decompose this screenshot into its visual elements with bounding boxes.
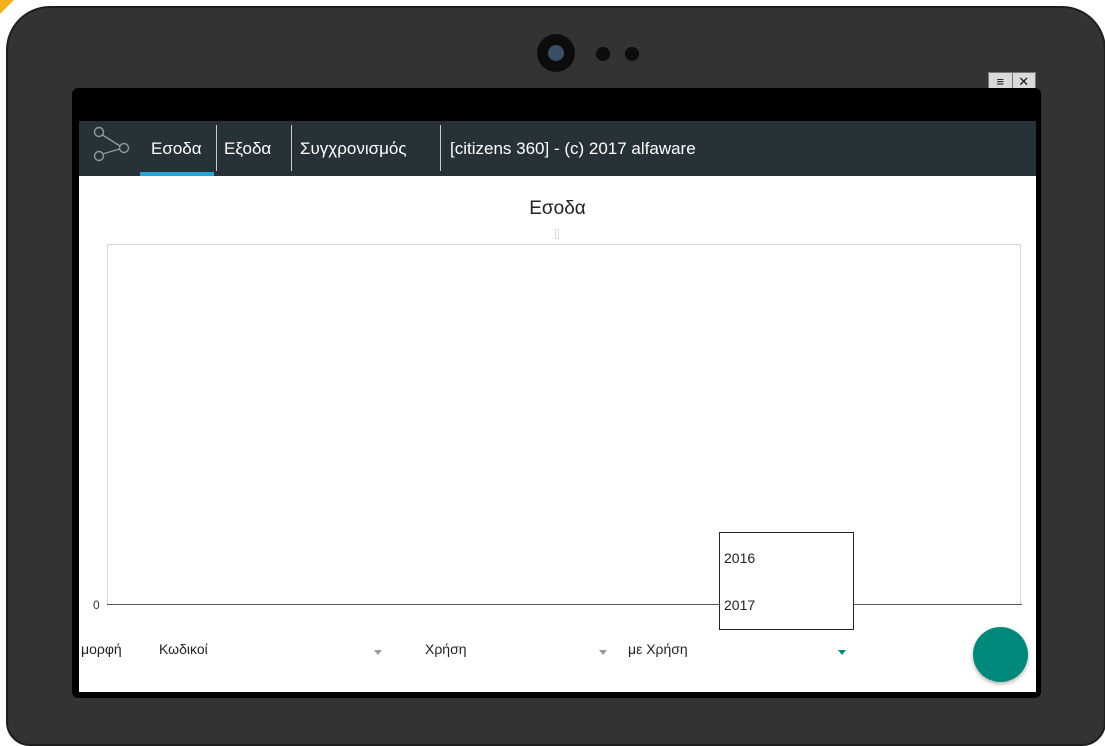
chevron-down-icon: [838, 650, 846, 655]
chevron-down-icon: [374, 650, 382, 655]
tab-divider: [216, 125, 217, 171]
hamburger-menu-icon[interactable]: ≡: [989, 73, 1012, 89]
camera: [537, 34, 575, 72]
sensor-dot: [596, 47, 610, 61]
year-dropdown-menu: 2016 2017: [719, 532, 854, 630]
tab-divider: [440, 125, 441, 171]
compare-select-value: με Χρήση: [628, 641, 688, 657]
format-label: μορφή: [81, 641, 122, 657]
year-select[interactable]: Χρήση: [425, 635, 611, 667]
legend-swatch: [555, 229, 559, 239]
format-select[interactable]: Κωδικοί: [159, 635, 389, 667]
compare-select[interactable]: με Χρήση: [628, 635, 853, 667]
tab-sync[interactable]: Συγχρονισμός: [300, 121, 407, 176]
app-title: [citizens 360] - (c) 2017 alfaware: [450, 139, 696, 158]
camera-lens: [548, 45, 564, 61]
year-select-value: Χρήση: [425, 641, 467, 657]
dropdown-option-2016[interactable]: 2016: [720, 533, 853, 580]
tab-income[interactable]: Εσοδα: [140, 121, 214, 176]
app-bar: Εσοδα Εξοδα Συγχρονισμός [citizens 360] …: [79, 121, 1036, 176]
app-window: Εσοδα Εξοδα Συγχρονισμός [citizens 360] …: [79, 121, 1036, 692]
y-tick-label: 0: [93, 598, 100, 612]
chevron-down-icon: [599, 650, 607, 655]
sensor-dot: [625, 47, 639, 61]
close-icon[interactable]: ✕: [1011, 73, 1036, 89]
format-select-value: Κωδικοί: [159, 641, 208, 657]
corner-accent: [0, 0, 14, 14]
chart-title: Εσοδα: [529, 198, 586, 219]
tab-expenses[interactable]: Εξοδα: [224, 121, 271, 176]
action-fab-button[interactable]: [973, 627, 1028, 682]
tab-divider: [291, 125, 292, 171]
dropdown-option-2017[interactable]: 2017: [720, 580, 853, 627]
chart-plot-area: [107, 244, 1021, 605]
x-axis-line: [107, 604, 1022, 605]
controls-bar: μορφή Κωδικοί Χρήση με Χρήση: [79, 631, 1036, 681]
share-icon[interactable]: [91, 125, 131, 165]
